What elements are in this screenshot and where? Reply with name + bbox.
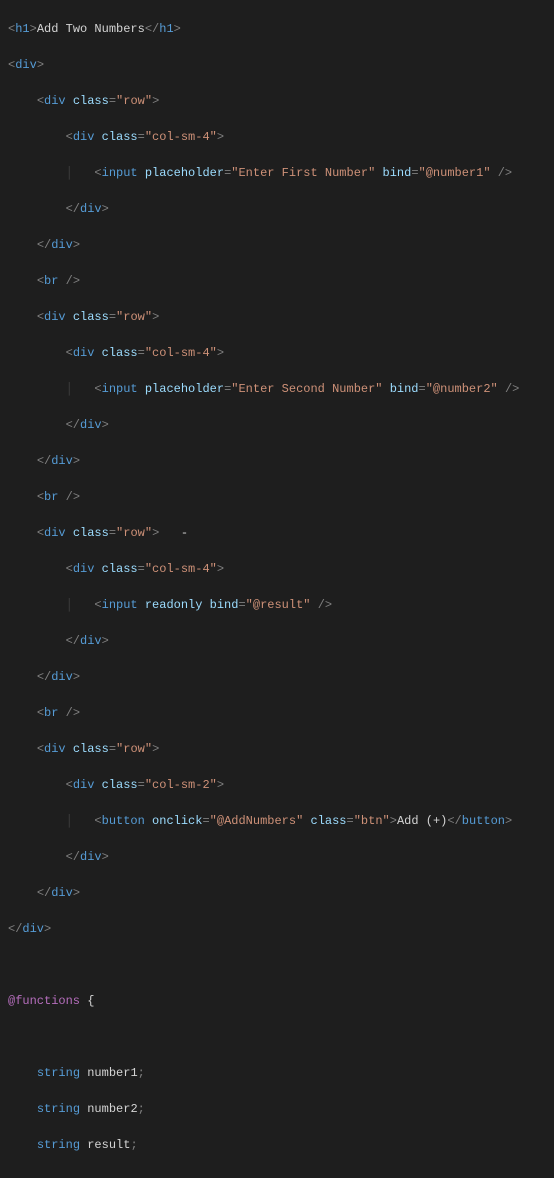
code-line: string number1; bbox=[0, 1064, 554, 1082]
code-line: <div class="col-sm-2"> bbox=[0, 776, 554, 794]
code-line: <div class="col-sm-4"> bbox=[0, 560, 554, 578]
code-line: <div class="row"> - bbox=[0, 524, 554, 542]
code-line: <div class="row"> bbox=[0, 740, 554, 758]
code-line: <h1>Add Two Numbers</h1> bbox=[0, 20, 554, 38]
code-line: │ <input placeholder="Enter First Number… bbox=[0, 164, 554, 182]
code-line: <div> bbox=[0, 56, 554, 74]
code-line: string result; bbox=[0, 1136, 554, 1154]
code-line: </div> bbox=[0, 668, 554, 686]
code-line bbox=[0, 1172, 554, 1178]
code-line: <br /> bbox=[0, 704, 554, 722]
code-line: </div> bbox=[0, 920, 554, 938]
code-line: </div> bbox=[0, 200, 554, 218]
code-line: │ <input placeholder="Enter Second Numbe… bbox=[0, 380, 554, 398]
code-line: </div> bbox=[0, 848, 554, 866]
code-line: │ <input readonly bind="@result" /> bbox=[0, 596, 554, 614]
code-line: <div class="row"> bbox=[0, 92, 554, 110]
code-line: </div> bbox=[0, 236, 554, 254]
code-line: <div class="col-sm-4"> bbox=[0, 128, 554, 146]
code-line: @functions { bbox=[0, 992, 554, 1010]
code-line bbox=[0, 956, 554, 974]
code-line: </div> bbox=[0, 452, 554, 470]
code-line: │ <button onclick="@AddNumbers" class="b… bbox=[0, 812, 554, 830]
code-line: </div> bbox=[0, 416, 554, 434]
code-line: <br /> bbox=[0, 272, 554, 290]
code-line: string number2; bbox=[0, 1100, 554, 1118]
code-line: <div class="row"> bbox=[0, 308, 554, 326]
code-editor[interactable]: <h1>Add Two Numbers</h1> <div> <div clas… bbox=[0, 0, 554, 1178]
code-line: <br /> bbox=[0, 488, 554, 506]
code-line: <div class="col-sm-4"> bbox=[0, 344, 554, 362]
code-line bbox=[0, 1028, 554, 1046]
code-line: </div> bbox=[0, 632, 554, 650]
code-line: </div> bbox=[0, 884, 554, 902]
